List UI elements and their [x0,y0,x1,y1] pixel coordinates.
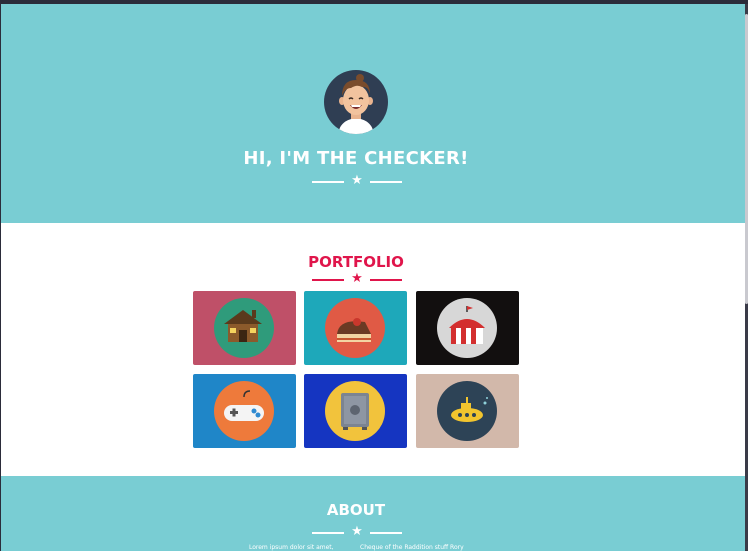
portfolio-grid [193,291,523,451]
log-cabin-icon [214,298,274,358]
portfolio-section: PORTFOLIO ★ [1,223,745,476]
masthead: HI, I'M THE CHECKER! ★ [1,4,745,223]
submarine-icon [437,381,497,441]
star-divider: ★ [312,272,402,286]
portfolio-heading: PORTFOLIO [308,253,404,271]
star-icon: ★ [351,173,363,188]
divider-line [370,279,402,281]
page: HI, I'M THE CHECKER! ★ PORTFOLIO ★ ABOUT… [1,4,745,551]
portfolio-item-circus[interactable] [416,291,519,365]
star-icon: ★ [351,271,363,286]
about-section: ABOUT ★ Lorem ipsum dolor sit amet, Cheq… [1,476,745,551]
portfolio-item-cabin[interactable] [193,291,296,365]
divider-line [312,181,344,183]
portfolio-item-safe[interactable] [304,374,407,448]
star-icon: ★ [351,524,363,539]
safe-icon [325,381,385,441]
divider-line [312,532,344,534]
hero-title: HI, I'M THE CHECKER! [243,148,469,169]
cake-slice-icon [325,298,385,358]
circus-tent-icon [437,298,497,358]
game-controller-icon [214,381,274,441]
about-heading: ABOUT [326,501,386,519]
portfolio-item-cake[interactable] [304,291,407,365]
about-text-right: Cheque of the Raddition stuff Rory [360,544,464,551]
divider-line [312,279,344,281]
divider-line [370,181,402,183]
portfolio-item-controller[interactable] [193,374,296,448]
star-divider: ★ [312,525,402,539]
about-text-left: Lorem ipsum dolor sit amet, [249,544,334,551]
star-divider: ★ [312,174,402,188]
divider-line [370,532,402,534]
smiling-man-avatar-icon [324,70,388,134]
portfolio-item-submarine[interactable] [416,374,519,448]
